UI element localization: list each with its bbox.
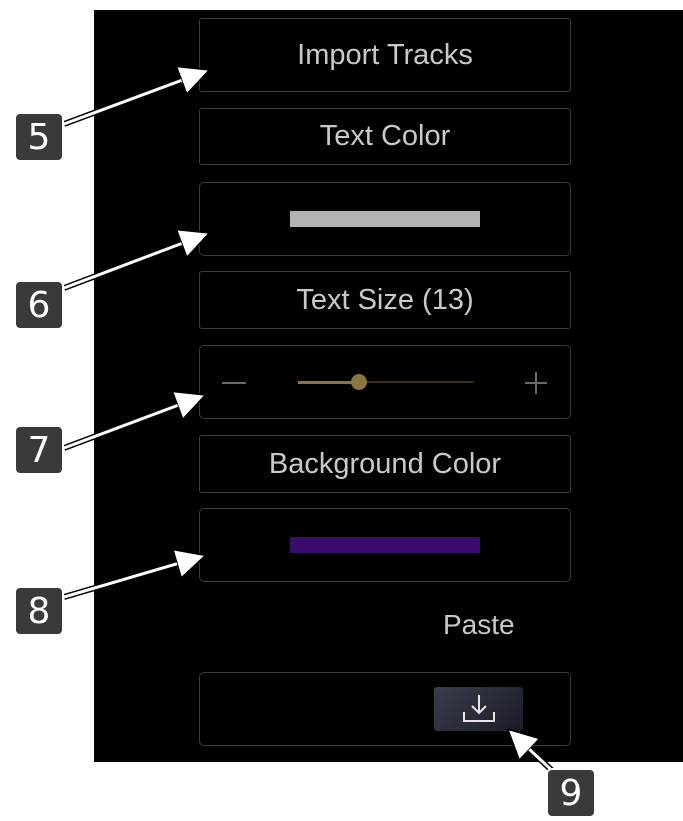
import-tracks-button[interactable]: Import Tracks (199, 18, 571, 92)
import-file-button[interactable] (434, 687, 523, 731)
background-color-swatch (290, 537, 480, 553)
text-size-label: Text Size (13) (296, 283, 474, 316)
slider-thumb[interactable] (351, 374, 367, 390)
background-color-button[interactable]: Background Color (199, 435, 571, 493)
download-tray-icon (462, 695, 495, 722)
text-color-swatch (290, 211, 480, 227)
increase-size-icon-vertical[interactable] (535, 372, 537, 394)
slider-fill (298, 381, 358, 384)
decrease-size-icon[interactable] (222, 382, 246, 384)
callout-5: 5 (14, 112, 64, 162)
callout-8: 8 (14, 586, 64, 636)
text-color-label: Text Color (319, 120, 451, 152)
background-color-picker[interactable] (199, 508, 571, 582)
text-size-slider-box (199, 345, 571, 419)
callout-9: 9 (546, 768, 596, 818)
callout-7: 7 (14, 425, 64, 475)
text-color-picker[interactable] (199, 182, 571, 256)
callout-6: 6 (14, 280, 64, 330)
text-color-button[interactable]: Text Color (199, 108, 571, 165)
background-color-label: Background Color (268, 447, 502, 480)
paste-button[interactable]: Paste (443, 609, 515, 641)
import-tracks-label: Import Tracks (297, 38, 473, 71)
text-size-button[interactable]: Text Size (13) (199, 271, 571, 329)
